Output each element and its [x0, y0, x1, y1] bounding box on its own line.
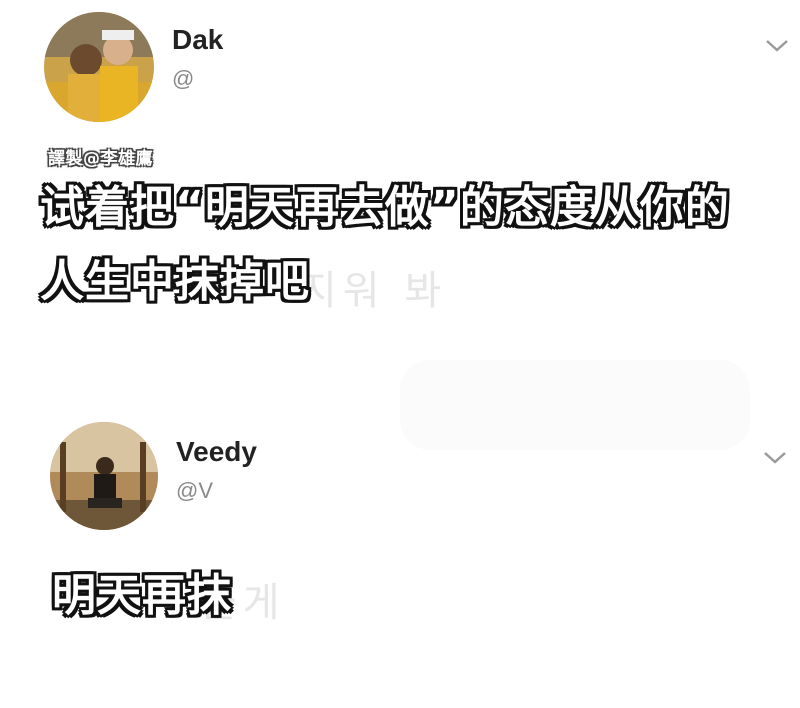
display-name[interactable]: Dak: [172, 24, 223, 56]
subtitle-line-1: 明天再抹: [52, 570, 232, 621]
display-name[interactable]: Veedy: [176, 436, 257, 468]
subtitle-line-1: 试着把“明天再去做”的态度从你的: [40, 182, 730, 233]
profile-photo-icon: [50, 422, 158, 530]
user-handle[interactable]: @: [172, 66, 194, 92]
profile-photo-icon: [44, 12, 154, 122]
avatar[interactable]: [50, 422, 158, 530]
chevron-down-icon[interactable]: [762, 450, 788, 466]
chevron-down-icon[interactable]: [764, 38, 790, 54]
original-korean-text: 지워 봐: [300, 268, 448, 314]
translator-watermark: 譯製@李雄鷹: [48, 149, 153, 169]
user-handle[interactable]: @V: [176, 478, 213, 504]
subtitle-line-2: 人生中抹掉吧: [40, 256, 310, 307]
avatar[interactable]: [44, 12, 154, 122]
post-veedy: Veedy @V: [0, 410, 800, 708]
post-dak: Dak @ 譯製@李雄鷹 지워 봐 试着把“明天再去做”的态度从你的 人生中抹掉…: [0, 0, 800, 380]
